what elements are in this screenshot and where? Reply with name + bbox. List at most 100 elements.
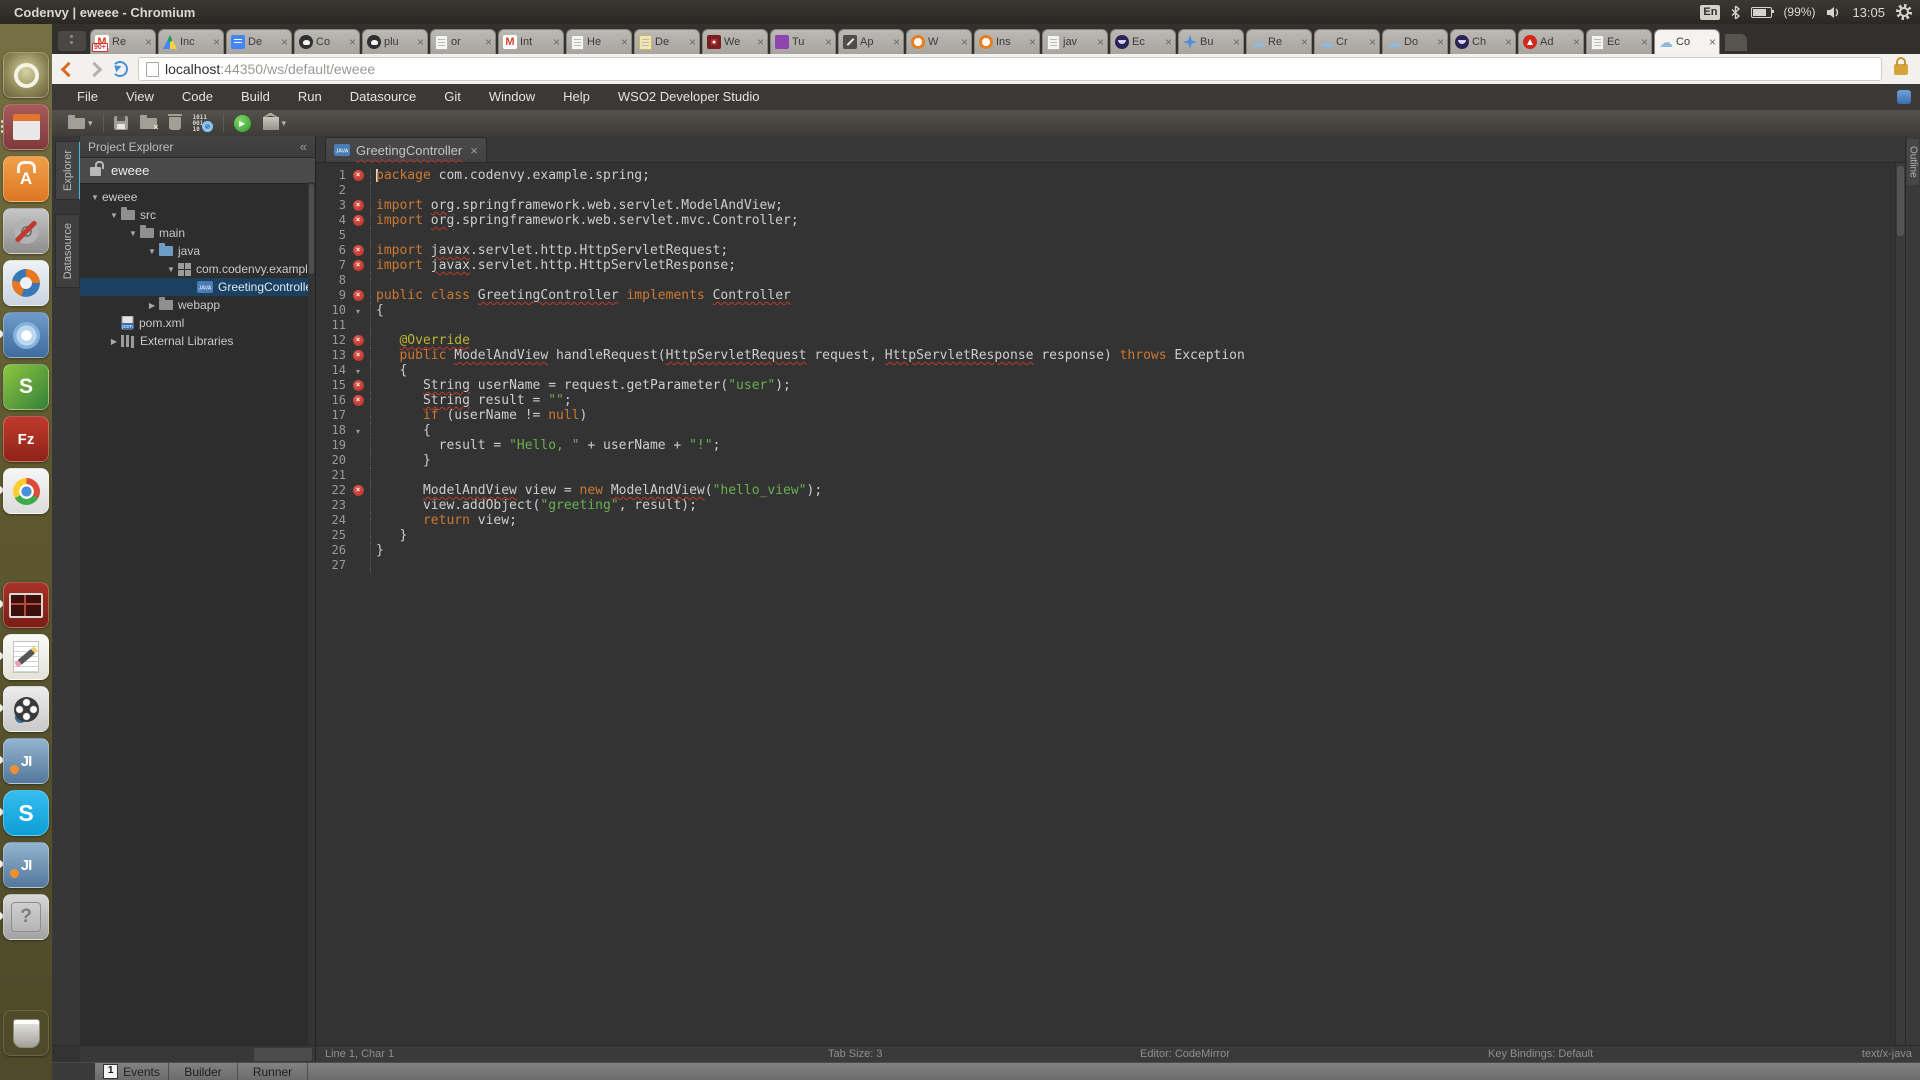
launcher-item-media-player[interactable] [3, 686, 49, 732]
tree-item-src[interactable]: ▼src [80, 206, 315, 224]
close-tab-icon[interactable]: × [349, 37, 356, 47]
browser-tab-do[interactable]: ☁Do× [1382, 29, 1448, 54]
menu-help[interactable]: Help [549, 84, 604, 110]
launcher-item-text-editor[interactable] [3, 634, 49, 680]
new-tab-button[interactable] [1725, 34, 1747, 51]
expand-arrow-icon[interactable]: ▶ [145, 301, 159, 310]
launcher-item-trash[interactable] [3, 1010, 49, 1056]
editor-scrollbar[interactable] [1895, 163, 1905, 1046]
browser-tab-or[interactable]: or× [430, 29, 496, 54]
collapse-panel-button[interactable]: « [300, 139, 307, 154]
tree-item-external-libraries[interactable]: ▶External Libraries [80, 332, 315, 350]
close-tab-icon[interactable]: × [1301, 37, 1308, 47]
close-tab-icon[interactable]: × [281, 37, 288, 47]
menu-view[interactable]: View [112, 84, 168, 110]
browser-tab-ad[interactable]: Ad× [1518, 29, 1584, 54]
expand-arrow-icon[interactable]: ▼ [164, 265, 178, 274]
close-tab-icon[interactable]: × [1165, 37, 1172, 47]
expand-arrow-icon[interactable]: ▼ [88, 193, 102, 202]
volume-icon[interactable] [1826, 6, 1841, 19]
browser-tab-cr[interactable]: ☁Cr× [1314, 29, 1380, 54]
menu-code[interactable]: Code [168, 84, 227, 110]
launcher-item-intellij-idea-2[interactable]: JI [3, 842, 49, 888]
close-tab-icon[interactable]: × [825, 37, 832, 47]
close-tab-icon[interactable]: × [1437, 37, 1444, 47]
browser-tab-ins[interactable]: Ins× [974, 29, 1040, 54]
close-tab-icon[interactable]: × [961, 37, 968, 47]
close-tab-icon[interactable]: × [621, 37, 628, 47]
tree-item-webapp[interactable]: ▶webapp [80, 296, 315, 314]
tab-strip-grip[interactable] [58, 31, 86, 51]
launcher-item-swirl-app[interactable] [3, 260, 49, 306]
tree-item-greetingcontroller[interactable]: JAVAGreetingController [80, 278, 315, 296]
menu-file[interactable]: File [63, 84, 112, 110]
code-editor[interactable]: 1×package com.codenvy.example.spring;23×… [316, 163, 1905, 1046]
session-gear-icon[interactable] [1896, 4, 1912, 20]
close-tab-icon[interactable]: × [1233, 37, 1240, 47]
browser-tab-re[interactable]: M90+Re× [90, 29, 156, 54]
tree-item-com-codenvy-example-sp[interactable]: ▼com.codenvy.example.sp [80, 260, 315, 278]
lock-icon[interactable] [1894, 64, 1908, 75]
close-tab-icon[interactable]: × [1709, 37, 1716, 47]
tree-item-main[interactable]: ▼main [80, 224, 315, 242]
forward-button[interactable] [84, 59, 104, 79]
bottom-tab-runner[interactable]: Runner [238, 1063, 308, 1080]
battery-icon[interactable] [1751, 7, 1772, 18]
fold-arrow-icon[interactable]: ▾ [346, 422, 370, 439]
launcher-item-skype[interactable]: S [3, 790, 49, 836]
browser-tab-jav[interactable]: jav× [1042, 29, 1108, 54]
bottom-tab-builder[interactable]: Builder [169, 1063, 238, 1080]
close-tab-icon[interactable]: × [1505, 37, 1512, 47]
keyboard-layout-indicator[interactable]: En [1700, 5, 1720, 20]
fold-arrow-icon[interactable]: ▾ [346, 362, 370, 379]
close-tab-icon[interactable]: × [757, 37, 764, 47]
menu-datasource[interactable]: Datasource [336, 84, 430, 110]
close-tab-icon[interactable]: × [470, 143, 478, 158]
expand-arrow-icon[interactable]: ▼ [107, 211, 121, 220]
editor-tab-greetingcontroller[interactable]: JAVA GreetingController × [325, 137, 487, 162]
close-tab-icon[interactable]: × [1573, 37, 1580, 47]
menu-run[interactable]: Run [284, 84, 336, 110]
back-button[interactable] [58, 59, 78, 79]
clock[interactable]: 13:05 [1852, 5, 1885, 20]
browser-tab-co[interactable]: ☁Co× [1654, 29, 1720, 54]
close-tab-icon[interactable]: × [893, 37, 900, 47]
browser-tab-ch[interactable]: Ch× [1450, 29, 1516, 54]
tab-datasource[interactable]: Datasource [55, 214, 80, 288]
launcher-item-chromium-browser[interactable] [3, 312, 49, 358]
tab-outline[interactable]: Outline [1907, 139, 1919, 185]
menu-git[interactable]: Git [430, 84, 475, 110]
launcher-item-intellij-idea[interactable]: JI [3, 738, 49, 784]
close-tab-icon[interactable]: × [689, 37, 696, 47]
browser-tab-de[interactable]: De× [634, 29, 700, 54]
browser-tab-plu[interactable]: plu× [362, 29, 428, 54]
menu-window[interactable]: Window [475, 84, 549, 110]
browser-tab-co[interactable]: Co× [294, 29, 360, 54]
browser-tab-he[interactable]: He× [566, 29, 632, 54]
browser-tab-int[interactable]: MInt× [498, 29, 564, 54]
close-tab-icon[interactable]: × [1029, 37, 1036, 47]
launcher-item-file-manager[interactable] [3, 104, 49, 150]
tree-item-pom-xml[interactable]: pompom.xml [80, 314, 315, 332]
address-bar[interactable]: localhost:44350/ws/default/eweee [138, 57, 1882, 81]
launcher-item-unknown-app[interactable]: ? [3, 894, 49, 940]
launcher-item-filezilla[interactable]: Fz [3, 416, 49, 462]
browser-tab-ap[interactable]: Ap× [838, 29, 904, 54]
browser-tab-w[interactable]: W× [906, 29, 972, 54]
browser-tab-re[interactable]: ☁Re× [1246, 29, 1312, 54]
tab-explorer[interactable]: Explorer [55, 141, 81, 200]
close-tab-icon[interactable]: × [485, 37, 492, 47]
bottom-tab-events[interactable]: 1Events [95, 1063, 169, 1080]
tree-item-eweee[interactable]: ▼eweee [80, 188, 315, 206]
tree-item-java[interactable]: ▼java [80, 242, 315, 260]
fold-arrow-icon[interactable]: ▾ [346, 302, 370, 319]
browser-tab-ec[interactable]: Ec× [1586, 29, 1652, 54]
status-key-bindings[interactable]: Key Bindings: Default [1488, 1048, 1593, 1060]
explorer-hscrollbar[interactable] [80, 1046, 316, 1063]
close-tab-icon[interactable]: × [1641, 37, 1648, 47]
browser-tab-bu[interactable]: Bu× [1178, 29, 1244, 54]
deploy-button[interactable]: ▾ [257, 112, 293, 134]
launcher-item-system-settings[interactable] [3, 208, 49, 254]
close-tab-icon[interactable]: × [213, 37, 220, 47]
menubar-right-icon[interactable] [1897, 90, 1911, 104]
